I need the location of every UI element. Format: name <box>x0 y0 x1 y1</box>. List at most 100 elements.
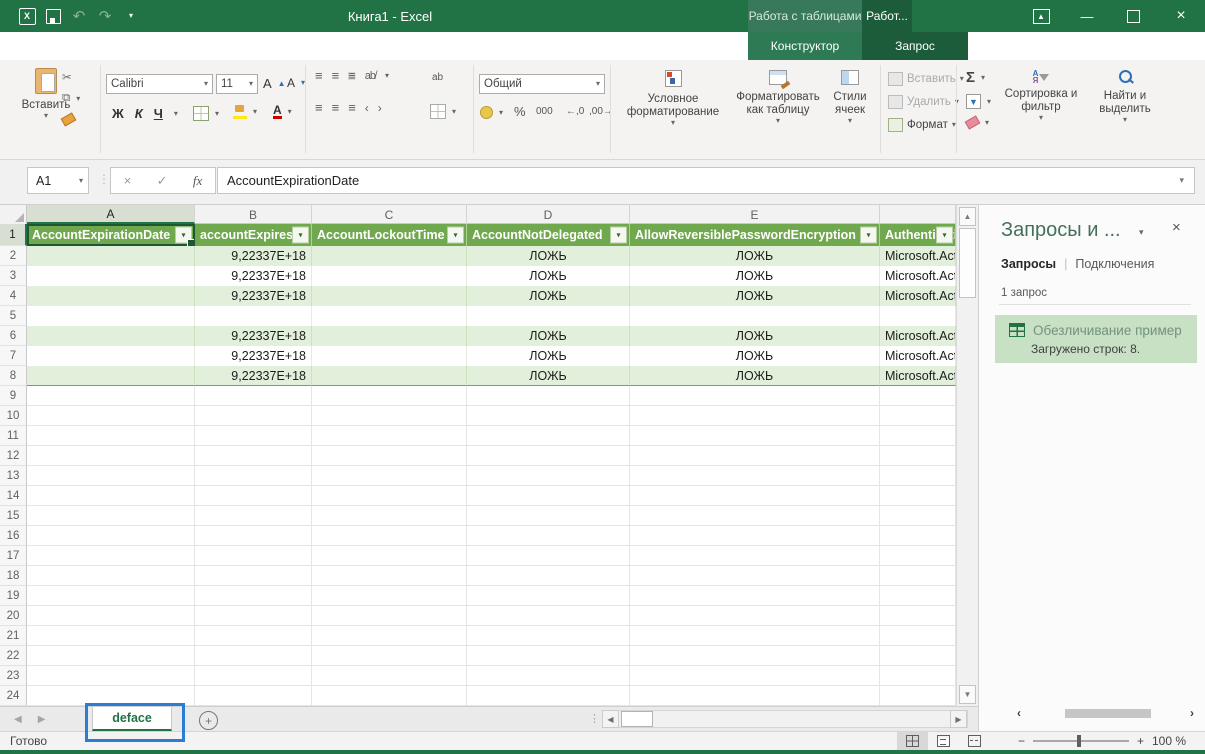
row-header-19[interactable]: 19 <box>0 586 27 606</box>
number-format-combo[interactable]: Общий▾ <box>479 74 605 94</box>
increase-decimal-button[interactable]: ←,0 <box>566 106 584 117</box>
cell-D14[interactable] <box>467 486 630 506</box>
column-header-C[interactable]: C <box>312 205 467 224</box>
cell-E24[interactable] <box>630 686 880 706</box>
cell-C4[interactable] <box>312 286 467 306</box>
cell-E7[interactable]: ЛОЖЬ <box>630 346 880 366</box>
cell-A24[interactable] <box>27 686 195 706</box>
cell-D22[interactable] <box>467 646 630 666</box>
formula-input[interactable]: AccountExpirationDate ▾ <box>217 167 1195 194</box>
cell-A17[interactable] <box>27 546 195 566</box>
cell-D11[interactable] <box>467 426 630 446</box>
cell-D16[interactable] <box>467 526 630 546</box>
increase-indent-icon[interactable]: › <box>378 104 381 112</box>
sheet-tab-deface[interactable]: deface <box>92 707 172 731</box>
cell-F23[interactable] <box>880 666 956 686</box>
horizontal-scrollbar[interactable] <box>602 710 968 728</box>
row-header-11[interactable]: 11 <box>0 426 27 446</box>
percent-style-button[interactable]: % <box>514 104 526 119</box>
cell-E12[interactable] <box>630 446 880 466</box>
cell-B23[interactable] <box>195 666 312 686</box>
cell-F7[interactable]: Microsoft.Act <box>880 346 956 366</box>
cell-E19[interactable] <box>630 586 880 606</box>
cell-E10[interactable] <box>630 406 880 426</box>
query-list-item[interactable]: Обезличивание пример Загружено строк: 8. <box>995 315 1197 363</box>
column-header-D[interactable]: D <box>467 205 630 224</box>
row-header-8[interactable]: 8 <box>0 366 27 386</box>
cell-B6[interactable]: 9,22337E+18 <box>195 326 312 346</box>
cell-F13[interactable] <box>880 466 956 486</box>
cancel-entry-button[interactable]: × <box>124 173 132 188</box>
cell-C13[interactable] <box>312 466 467 486</box>
cell-C21[interactable] <box>312 626 467 646</box>
cell-F17[interactable] <box>880 546 956 566</box>
select-all-corner[interactable] <box>0 205 27 224</box>
row-header-15[interactable]: 15 <box>0 506 27 526</box>
clear-button[interactable]: ▾ <box>966 118 989 127</box>
tab-query[interactable]: Запрос <box>862 32 968 60</box>
filter-button[interactable]: ▾ <box>292 227 309 244</box>
fill-handle[interactable] <box>187 239 195 246</box>
cell-B17[interactable] <box>195 546 312 566</box>
column-header-A[interactable]: A <box>27 205 195 224</box>
cell-F8[interactable]: Microsoft.Act <box>880 366 956 386</box>
cell-F12[interactable] <box>880 446 956 466</box>
cell-B4[interactable]: 9,22337E+18 <box>195 286 312 306</box>
format-cells-button[interactable]: Формат▾ <box>888 118 956 132</box>
cell-C23[interactable] <box>312 666 467 686</box>
table-header-cell-AllowReversiblePasswordEncryption[interactable]: AllowReversiblePasswordEncryption▾ <box>630 224 880 246</box>
customize-qat-button[interactable]: ▾ <box>118 3 144 29</box>
cell-A3[interactable] <box>27 266 195 286</box>
row-header-7[interactable]: 7 <box>0 346 27 366</box>
cell-C2[interactable] <box>312 246 467 266</box>
cell-F19[interactable] <box>880 586 956 606</box>
filter-button[interactable]: ▾ <box>936 227 953 244</box>
cell-A18[interactable] <box>27 566 195 586</box>
cell-D6[interactable]: ЛОЖЬ <box>467 326 630 346</box>
cell-F11[interactable] <box>880 426 956 446</box>
cell-C9[interactable] <box>312 386 467 406</box>
zoom-slider-thumb[interactable] <box>1077 735 1081 747</box>
fill-color-button[interactable]: ▾ <box>233 105 257 119</box>
cell-E18[interactable] <box>630 566 880 586</box>
row-header-4[interactable]: 4 <box>0 286 27 306</box>
cell-B16[interactable] <box>195 526 312 546</box>
scroll-right-button[interactable]: ▶ <box>950 710 967 728</box>
format-painter-button[interactable] <box>62 115 75 124</box>
cell-B5[interactable] <box>195 306 312 326</box>
zoom-out-button[interactable]: − <box>1018 734 1025 748</box>
insert-function-button[interactable]: fx <box>193 173 202 189</box>
merge-center-button[interactable]: ▾ <box>430 104 456 119</box>
page-layout-view-button[interactable] <box>928 732 959 750</box>
align-center-icon[interactable]: ≡ <box>332 104 339 112</box>
cell-F14[interactable] <box>880 486 956 506</box>
comma-style-button[interactable]: 000 <box>536 106 553 117</box>
cell-E20[interactable] <box>630 606 880 626</box>
cell-A15[interactable] <box>27 506 195 526</box>
cell-E11[interactable] <box>630 426 880 446</box>
cell-F24[interactable] <box>880 686 956 706</box>
cell-F18[interactable] <box>880 566 956 586</box>
cell-A21[interactable] <box>27 626 195 646</box>
table-header-cell-AccountExpirationDate[interactable]: AccountExpirationDate▾ <box>27 224 195 246</box>
cell-D3[interactable]: ЛОЖЬ <box>467 266 630 286</box>
cell-E2[interactable]: ЛОЖЬ <box>630 246 880 266</box>
cell-styles-button[interactable]: Стили ячеек ▾ <box>826 70 874 125</box>
cell-C10[interactable] <box>312 406 467 426</box>
cell-D12[interactable] <box>467 446 630 466</box>
cell-A14[interactable] <box>27 486 195 506</box>
cell-F5[interactable] <box>880 306 956 326</box>
zoom-slider[interactable] <box>1033 740 1129 742</box>
cell-A16[interactable] <box>27 526 195 546</box>
cell-A6[interactable] <box>27 326 195 346</box>
pane-tab-queries[interactable]: Запросы <box>1001 257 1056 271</box>
normal-view-button[interactable] <box>897 732 928 750</box>
wrap-text-button[interactable]: ab <box>432 72 443 83</box>
cell-D24[interactable] <box>467 686 630 706</box>
pane-menu-caret-icon[interactable]: ▾ <box>1139 227 1144 238</box>
copy-button[interactable]: ⧉▾ <box>62 92 80 105</box>
accounting-format-button[interactable]: ▾ <box>480 106 503 119</box>
pane-scroll-left-icon[interactable]: ‹ <box>1017 706 1021 720</box>
cell-B9[interactable] <box>195 386 312 406</box>
row-header-21[interactable]: 21 <box>0 626 27 646</box>
